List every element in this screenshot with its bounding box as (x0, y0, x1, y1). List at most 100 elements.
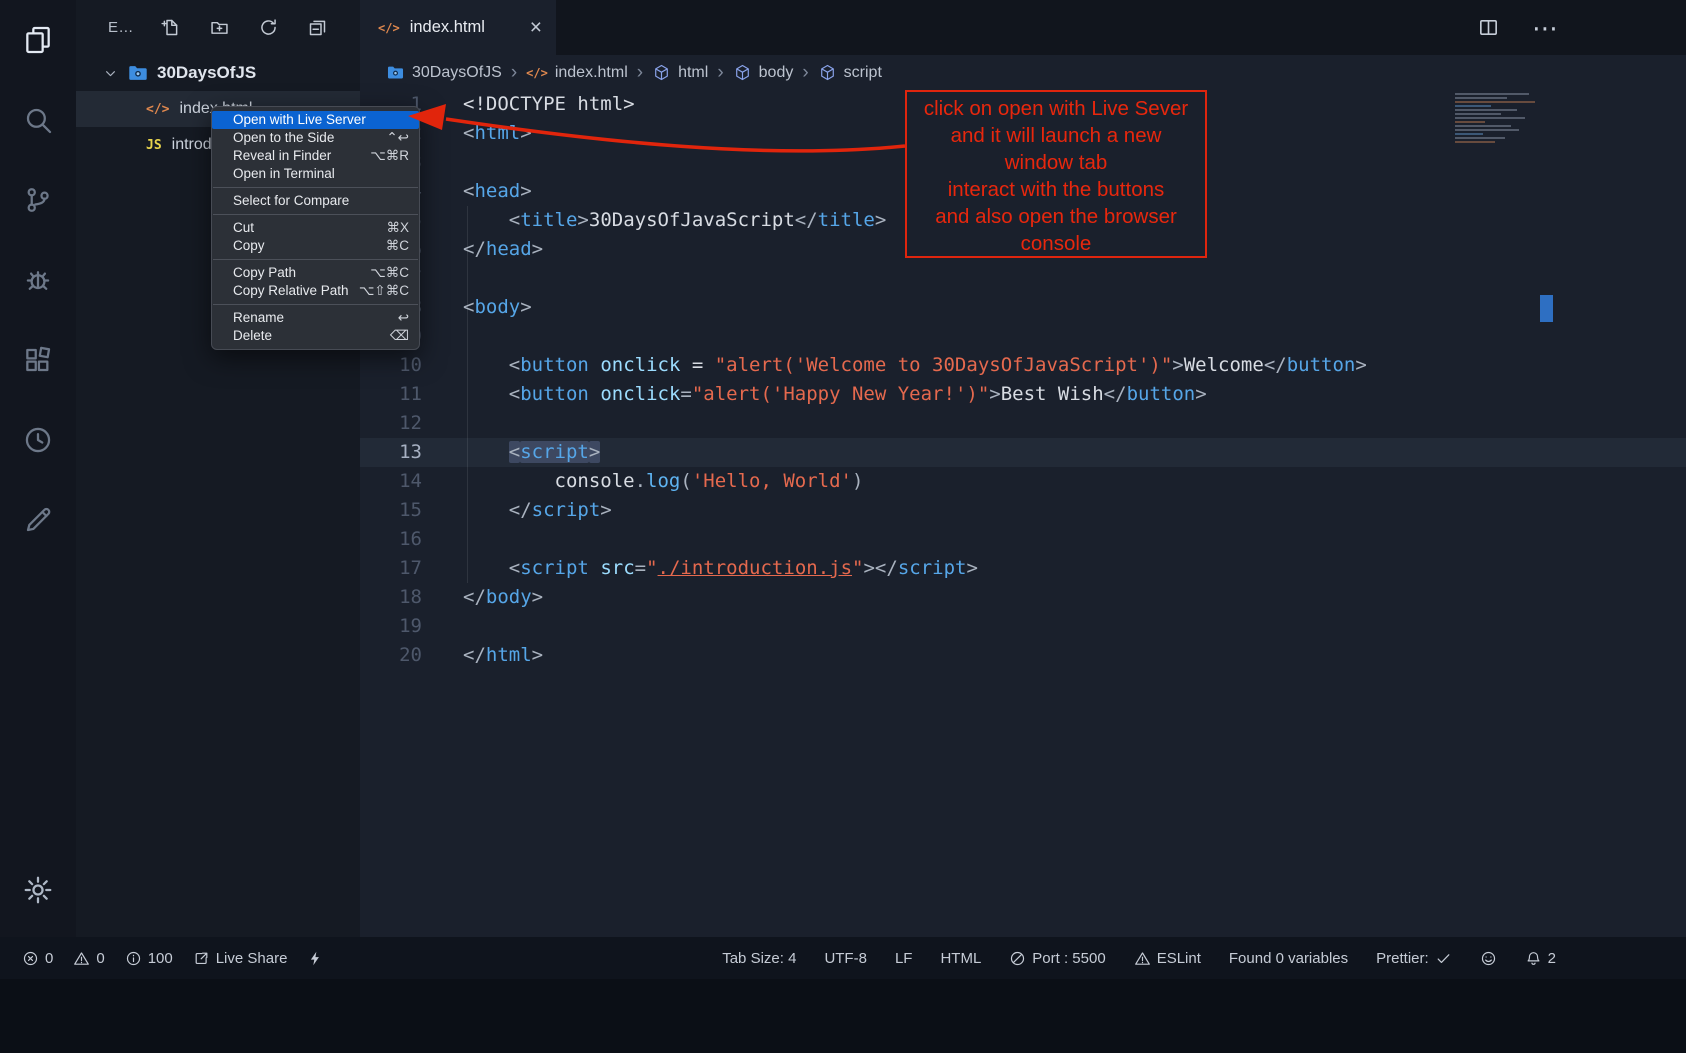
history-icon[interactable] (0, 400, 76, 480)
context-menu-item[interactable]: Rename↩ (212, 309, 419, 327)
context-menu-item[interactable]: Open with Live Server (212, 111, 419, 129)
status-item[interactable]: Port : 5500 (1009, 950, 1105, 967)
line-number: 11 (360, 380, 422, 409)
extensions-icon[interactable] (0, 320, 76, 400)
live-share-icon (193, 950, 210, 967)
menu-separator (213, 214, 418, 215)
code-line[interactable]: 13 <script> (360, 438, 1686, 467)
js-file-icon: JS (146, 136, 162, 154)
context-menu-item[interactable]: Copy⌘C (212, 237, 419, 255)
code-line[interactable]: 12 (360, 409, 1686, 438)
code-text: <head> (463, 177, 532, 206)
line-number: 14 (360, 467, 422, 496)
status-item[interactable]: LF (895, 950, 913, 967)
status-text: Found 0 variables (1229, 950, 1348, 967)
status-item[interactable] (1480, 950, 1497, 967)
breadcrumb-index.html[interactable]: </>index.html (526, 64, 628, 82)
breadcrumb-30DaysOfJS[interactable]: 30DaysOfJS (386, 63, 502, 82)
minimap[interactable] (1455, 93, 1547, 145)
feedback-icon[interactable] (0, 480, 76, 560)
context-menu-item[interactable]: Open to the Side⌃↩ (212, 129, 419, 147)
status-item[interactable]: Live Share (193, 950, 288, 967)
code-line[interactable]: 14 console.log('Hello, World') (360, 467, 1686, 496)
context-menu-item[interactable]: Cut⌘X (212, 219, 419, 237)
menu-item-label: Open in Terminal (233, 165, 335, 183)
context-menu-item[interactable]: Select for Compare (212, 192, 419, 210)
new-file-icon[interactable] (160, 17, 181, 38)
status-item[interactable]: 0 (22, 950, 53, 967)
check-icon (1435, 950, 1452, 967)
status-item[interactable]: UTF-8 (824, 950, 867, 967)
menu-item-shortcut: ⌥⌘R (370, 147, 409, 165)
code-text: <!DOCTYPE html> (463, 90, 635, 119)
context-menu-item[interactable]: Delete⌫ (212, 327, 419, 345)
status-item[interactable]: Prettier: (1376, 950, 1452, 967)
code-line[interactable]: 19 (360, 612, 1686, 641)
code-line[interactable]: 15 </script> (360, 496, 1686, 525)
status-text: Port : 5500 (1032, 950, 1105, 967)
debug-icon[interactable] (0, 240, 76, 320)
status-text: 2 (1548, 950, 1556, 967)
menu-separator (213, 304, 418, 305)
bottom-filler (0, 979, 1686, 1053)
code-line[interactable]: 16 (360, 525, 1686, 554)
tab-index-html[interactable]: </> index.html × (360, 0, 556, 55)
split-editor-icon[interactable] (1477, 16, 1500, 39)
status-item[interactable]: HTML (940, 950, 981, 967)
refresh-icon[interactable] (258, 17, 279, 38)
status-bar: 0 0 100 Live Share Tab Size: 4 UTF-8 LF HTML Po… (0, 937, 1686, 979)
context-menu-item[interactable]: Copy Path ⌥⌘C (212, 264, 419, 282)
status-item[interactable]: 0 (73, 950, 104, 967)
code-line[interactable]: 9 (360, 322, 1686, 351)
status-item[interactable]: ESLint (1134, 950, 1201, 967)
status-item[interactable] (307, 950, 324, 967)
code-line[interactable]: 7 (360, 264, 1686, 293)
code-line[interactable]: 17 <script src="./introduction.js"></scr… (360, 554, 1686, 583)
code-line[interactable]: 10 <button onclick = "alert('Welcome to … (360, 351, 1686, 380)
code-line[interactable]: 11 <button onclick="alert('Happy New Yea… (360, 380, 1686, 409)
breadcrumb-separator: › (511, 62, 517, 84)
menu-item-label: Open to the Side (233, 129, 334, 147)
new-folder-icon[interactable] (209, 17, 230, 38)
menu-item-label: Copy Relative Path (233, 282, 349, 300)
status-item[interactable]: 2 (1525, 950, 1556, 967)
more-actions-icon[interactable]: ⋯ (1532, 18, 1558, 38)
code-line[interactable]: 18</body> (360, 583, 1686, 612)
activity-bar (0, 0, 76, 937)
menu-item-shortcut: ⌥⌘C (370, 264, 409, 282)
annotation-text: click on open with Live Sever (924, 95, 1188, 122)
folder-row-30daysofjs[interactable]: 30DaysOfJS (76, 55, 360, 91)
line-number: 19 (360, 612, 422, 641)
collapse-all-icon[interactable] (307, 17, 328, 38)
status-item[interactable]: 100 (125, 950, 173, 967)
close-tab-icon[interactable]: × (530, 16, 542, 40)
code-text: <button onclick = "alert('Welcome to 30D… (463, 351, 1367, 380)
code-text: <html> (463, 119, 532, 148)
error-icon (22, 950, 39, 967)
search-icon[interactable] (0, 80, 76, 160)
annotation-text: window tab (1005, 149, 1108, 176)
breadcrumb-html[interactable]: html (652, 63, 708, 82)
code-line[interactable]: 8<body> (360, 293, 1686, 322)
status-item[interactable]: Tab Size: 4 (722, 950, 796, 967)
code-text: </head> (463, 235, 543, 264)
code-line[interactable]: 20</html> (360, 641, 1686, 670)
code-text: console.log('Hello, World') (463, 467, 863, 496)
context-menu-item[interactable]: Open in Terminal (212, 165, 419, 183)
breadcrumb-body[interactable]: body (733, 63, 794, 82)
source-control-icon[interactable] (0, 160, 76, 240)
code-text: <button onclick="alert('Happy New Year!'… (463, 380, 1207, 409)
explorer-icon[interactable] (0, 0, 76, 80)
context-menu-item[interactable]: Copy Relative Path⌥⇧⌘C (212, 282, 419, 300)
settings-gear-icon[interactable] (0, 855, 76, 925)
code-text: <title>30DaysOfJavaScript</title> (463, 206, 886, 235)
breadcrumb-separator: › (717, 62, 723, 84)
context-menu-item[interactable]: Reveal in Finder⌥⌘R (212, 147, 419, 165)
breadcrumb: 30DaysOfJS›</>index.html›html›body›scrip… (360, 55, 1686, 90)
annotation-text: console (1021, 230, 1092, 257)
status-text: Live Share (216, 950, 288, 967)
menu-item-label: Copy Path (233, 264, 296, 282)
status-item[interactable]: Found 0 variables (1229, 950, 1348, 967)
breadcrumb-script[interactable]: script (818, 63, 882, 82)
line-number: 15 (360, 496, 422, 525)
